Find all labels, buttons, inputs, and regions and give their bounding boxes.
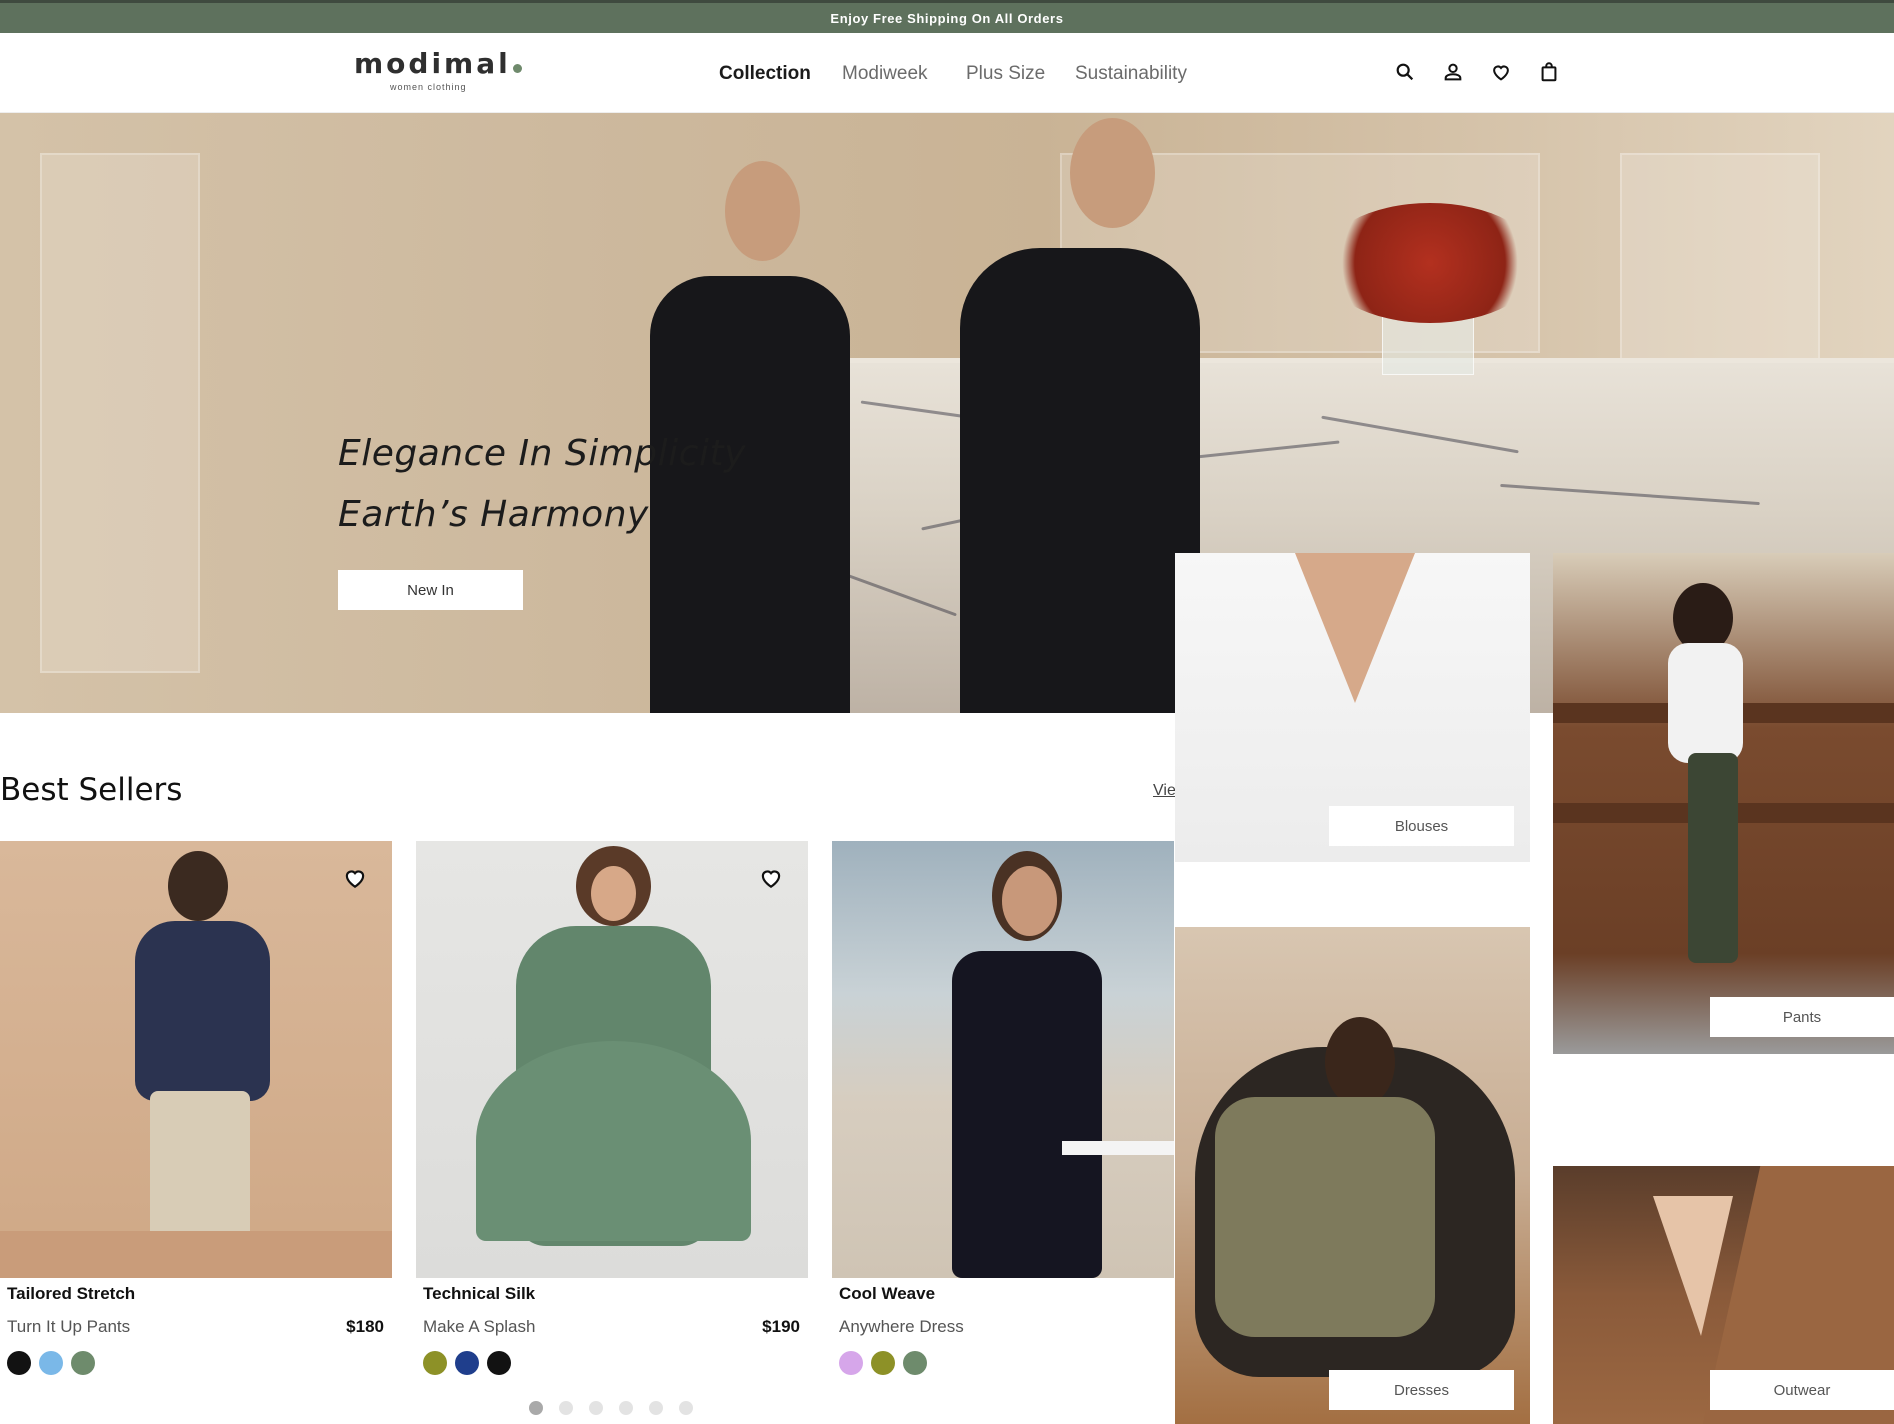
product-card-technical-silk[interactable]: Technical Silk Make A Splash $190 (416, 841, 808, 1381)
new-in-button[interactable]: New In (338, 570, 523, 610)
pager-dot[interactable] (679, 1401, 693, 1415)
best-sellers-title: Best Sellers (0, 772, 183, 808)
heart-icon[interactable] (1487, 58, 1515, 86)
color-swatches (423, 1351, 511, 1375)
category-tile-outwear[interactable]: Outwear (1553, 1166, 1894, 1424)
nav-item-plus-size[interactable]: Plus Size (966, 63, 1045, 85)
category-tile-pants[interactable]: Pants (1553, 553, 1894, 1054)
promo-bar: Enjoy Free Shipping On All Orders (0, 3, 1894, 33)
color-swatches (7, 1351, 95, 1375)
swatch-sage[interactable] (71, 1351, 95, 1375)
product-subtitle: Make A Splash (423, 1317, 536, 1336)
product-card-tailored-stretch[interactable]: Tailored Stretch Turn It Up Pants $180 (0, 841, 392, 1381)
user-icon[interactable] (1439, 58, 1467, 86)
logo-dot-icon (512, 64, 522, 73)
pager-dot[interactable] (529, 1401, 543, 1415)
product-subtitle: Turn It Up Pants (7, 1317, 131, 1336)
product-image[interactable] (832, 841, 1174, 1278)
color-swatches (839, 1351, 927, 1375)
wishlist-heart-icon[interactable] (342, 865, 368, 891)
product-name[interactable]: Technical Silk (423, 1284, 535, 1304)
site-header: modimal women clothing Collection Modiwe… (0, 33, 1894, 113)
pager-dot[interactable] (559, 1401, 573, 1415)
category-tile-dresses[interactable]: Dresses (1175, 927, 1530, 1424)
category-tile-blouses[interactable]: Blouses (1175, 553, 1530, 862)
swatch-lilac[interactable] (839, 1351, 863, 1375)
view-all-link[interactable]: View All (1153, 782, 1175, 800)
category-button-blouses[interactable]: Blouses (1329, 806, 1514, 846)
product-subtitle: Anywhere Dress (839, 1317, 964, 1336)
search-icon[interactable] (1391, 58, 1419, 86)
swatch-navy[interactable] (455, 1351, 479, 1375)
pager-dot[interactable] (619, 1401, 633, 1415)
wishlist-heart-icon[interactable] (758, 865, 784, 891)
logo-name: modimal (354, 47, 511, 80)
product-price: $180 (346, 1317, 384, 1336)
swatch-black[interactable] (487, 1351, 511, 1375)
swatch-olive[interactable] (423, 1351, 447, 1375)
product-name[interactable]: Cool Weave (839, 1284, 935, 1304)
pager-dot[interactable] (589, 1401, 603, 1415)
logo[interactable]: modimal women clothing (354, 47, 524, 97)
product-card-cool-weave[interactable]: Cool Weave Anywhere Dress (832, 841, 1174, 1381)
pager-dot[interactable] (649, 1401, 663, 1415)
nav-item-modiweek[interactable]: Modiweek (842, 63, 928, 85)
nav-item-sustainability[interactable]: Sustainability (1075, 63, 1187, 85)
hero-line-1: Elegance In Simplicity (338, 433, 746, 474)
category-button-pants[interactable]: Pants (1710, 997, 1894, 1037)
swatch-black[interactable] (7, 1351, 31, 1375)
hero-headline: Elegance In Simplicity Earth’s Harmony (338, 423, 746, 545)
swatch-light-blue[interactable] (39, 1351, 63, 1375)
swatch-olive[interactable] (871, 1351, 895, 1375)
model-left-face (725, 161, 800, 261)
product-image[interactable] (0, 841, 392, 1278)
model-right-dress (960, 248, 1200, 713)
nav-item-collection[interactable]: Collection (719, 63, 811, 85)
model-right-face (1070, 118, 1155, 228)
bag-icon[interactable] (1535, 58, 1563, 86)
product-name[interactable]: Tailored Stretch (7, 1284, 135, 1304)
promo-text: Enjoy Free Shipping On All Orders (830, 10, 1064, 26)
product-price: $190 (762, 1317, 800, 1336)
logo-tagline: women clothing (390, 82, 467, 92)
swatch-sage[interactable] (903, 1351, 927, 1375)
wall-panel (40, 153, 200, 673)
product-image[interactable] (416, 841, 808, 1278)
category-button-outwear[interactable]: Outwear (1710, 1370, 1894, 1410)
hero-line-2: Earth’s Harmony (338, 494, 649, 535)
flowers (1320, 203, 1540, 323)
category-button-dresses[interactable]: Dresses (1329, 1370, 1514, 1410)
carousel-pager (529, 1401, 693, 1415)
